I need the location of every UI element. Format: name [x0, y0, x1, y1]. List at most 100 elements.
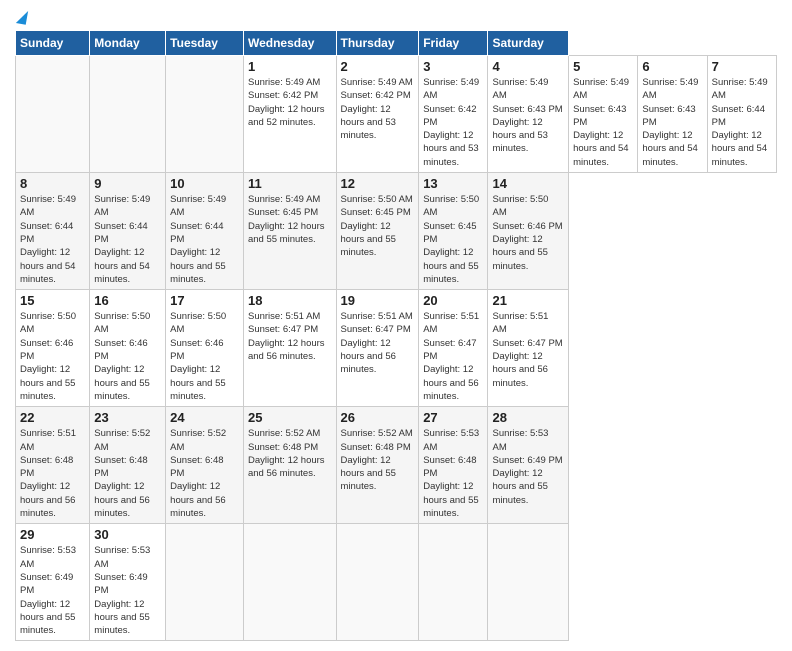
calendar-cell: 8 Sunrise: 5:49 AM Sunset: 6:44 PM Daylig…: [16, 173, 90, 290]
calendar-cell: 30Sunrise: 5:53 AM Sunset: 6:49 PM Dayli…: [90, 524, 166, 641]
day-number: 11: [248, 176, 332, 191]
day-info: Sunrise: 5:50 AM Sunset: 6:46 PM Dayligh…: [170, 310, 239, 403]
day-info: Sunrise: 5:49 AM Sunset: 6:43 PM Dayligh…: [573, 76, 633, 169]
calendar-week-3: 15Sunrise: 5:50 AM Sunset: 6:46 PM Dayli…: [16, 290, 777, 407]
logo: [15, 10, 25, 24]
day-number: 24: [170, 410, 239, 425]
day-number: 19: [341, 293, 415, 308]
calendar-cell: [166, 56, 244, 173]
day-info: Sunrise: 5:50 AM Sunset: 6:46 PM Dayligh…: [492, 193, 564, 273]
calendar-cell: 19 Sunrise: 5:51 AM Sunset: 6:47 PM Dayli…: [336, 290, 419, 407]
day-number: 25: [248, 410, 332, 425]
calendar-cell: 9 Sunrise: 5:49 AM Sunset: 6:44 PM Daylig…: [90, 173, 166, 290]
day-info: Sunrise: 5:50 AM Sunset: 6:46 PM Dayligh…: [20, 310, 85, 403]
day-number: 26: [341, 410, 415, 425]
day-number: 9: [94, 176, 161, 191]
calendar-cell: 16 Sunrise: 5:50 AM Sunset: 6:46 PM Dayli…: [90, 290, 166, 407]
calendar-cell: 13 Sunrise: 5:50 AM Sunset: 6:45 PM Dayli…: [419, 173, 488, 290]
day-number: 17: [170, 293, 239, 308]
day-header-monday: Monday: [90, 31, 166, 56]
day-info: Sunrise: 5:52 AM Sunset: 6:48 PM Dayligh…: [248, 427, 332, 480]
day-info: Sunrise: 5:49 AM Sunset: 6:42 PM Dayligh…: [423, 76, 483, 169]
calendar-cell: [243, 524, 336, 641]
day-number: 7: [712, 59, 772, 74]
day-number: 20: [423, 293, 483, 308]
calendar-cell: 24 Sunrise: 5:52 AM Sunset: 6:48 PM Dayli…: [166, 407, 244, 524]
calendar-cell: 7 Sunrise: 5:49 AM Sunset: 6:44 PM Daylig…: [707, 56, 776, 173]
day-info: Sunrise: 5:49 AM Sunset: 6:43 PM Dayligh…: [642, 76, 702, 169]
day-info: Sunrise: 5:49 AM Sunset: 6:44 PM Dayligh…: [712, 76, 772, 169]
calendar-cell: 23 Sunrise: 5:52 AM Sunset: 6:48 PM Dayli…: [90, 407, 166, 524]
day-info: Sunrise: 5:49 AM Sunset: 6:42 PM Dayligh…: [341, 76, 415, 142]
day-number: 23: [94, 410, 161, 425]
day-info: Sunrise: 5:51 AM Sunset: 6:47 PM Dayligh…: [341, 310, 415, 376]
day-info: Sunrise: 5:52 AM Sunset: 6:48 PM Dayligh…: [170, 427, 239, 520]
day-number: 1: [248, 59, 332, 74]
day-info: Sunrise: 5:53 AM Sunset: 6:49 PM Dayligh…: [94, 544, 161, 637]
day-number: 6: [642, 59, 702, 74]
day-info: Sunrise: 5:53 AM Sunset: 6:48 PM Dayligh…: [423, 427, 483, 520]
day-info: Sunrise: 5:51 AM Sunset: 6:48 PM Dayligh…: [20, 427, 85, 520]
day-number: 14: [492, 176, 564, 191]
day-info: Sunrise: 5:49 AM Sunset: 6:42 PM Dayligh…: [248, 76, 332, 129]
day-header-friday: Friday: [419, 31, 488, 56]
day-info: Sunrise: 5:50 AM Sunset: 6:46 PM Dayligh…: [94, 310, 161, 403]
day-header-row: SundayMondayTuesdayWednesdayThursdayFrid…: [16, 31, 777, 56]
day-info: Sunrise: 5:50 AM Sunset: 6:45 PM Dayligh…: [341, 193, 415, 259]
day-number: 16: [94, 293, 161, 308]
day-number: 8: [20, 176, 85, 191]
calendar-cell: [419, 524, 488, 641]
calendar-cell: 20 Sunrise: 5:51 AM Sunset: 6:47 PM Dayli…: [419, 290, 488, 407]
calendar-cell: 5 Sunrise: 5:49 AM Sunset: 6:43 PM Daylig…: [569, 56, 638, 173]
day-number: 10: [170, 176, 239, 191]
day-info: Sunrise: 5:49 AM Sunset: 6:45 PM Dayligh…: [248, 193, 332, 246]
calendar-table: SundayMondayTuesdayWednesdayThursdayFrid…: [15, 30, 777, 641]
day-header-tuesday: Tuesday: [166, 31, 244, 56]
day-number: 22: [20, 410, 85, 425]
day-info: Sunrise: 5:49 AM Sunset: 6:44 PM Dayligh…: [94, 193, 161, 286]
day-info: Sunrise: 5:49 AM Sunset: 6:44 PM Dayligh…: [20, 193, 85, 286]
calendar-cell: 11 Sunrise: 5:49 AM Sunset: 6:45 PM Dayli…: [243, 173, 336, 290]
day-number: 3: [423, 59, 483, 74]
calendar-cell: 15Sunrise: 5:50 AM Sunset: 6:46 PM Dayli…: [16, 290, 90, 407]
day-header-wednesday: Wednesday: [243, 31, 336, 56]
calendar-week-1: 1 Sunrise: 5:49 AM Sunset: 6:42 PM Daylig…: [16, 56, 777, 173]
calendar-cell: 3 Sunrise: 5:49 AM Sunset: 6:42 PM Daylig…: [419, 56, 488, 173]
calendar-cell: [90, 56, 166, 173]
calendar-cell: 14 Sunrise: 5:50 AM Sunset: 6:46 PM Dayli…: [488, 173, 569, 290]
calendar-cell: [166, 524, 244, 641]
calendar-week-4: 22 Sunrise: 5:51 AM Sunset: 6:48 PM Dayli…: [16, 407, 777, 524]
day-number: 13: [423, 176, 483, 191]
calendar-cell: 2 Sunrise: 5:49 AM Sunset: 6:42 PM Daylig…: [336, 56, 419, 173]
logo-icon: [16, 9, 28, 25]
calendar-cell: 27 Sunrise: 5:53 AM Sunset: 6:48 PM Dayli…: [419, 407, 488, 524]
day-number: 4: [492, 59, 564, 74]
calendar-cell: 18 Sunrise: 5:51 AM Sunset: 6:47 PM Dayli…: [243, 290, 336, 407]
day-info: Sunrise: 5:52 AM Sunset: 6:48 PM Dayligh…: [341, 427, 415, 493]
calendar-cell: 12 Sunrise: 5:50 AM Sunset: 6:45 PM Dayli…: [336, 173, 419, 290]
header: [15, 10, 777, 24]
calendar-cell: [336, 524, 419, 641]
day-info: Sunrise: 5:53 AM Sunset: 6:49 PM Dayligh…: [492, 427, 564, 507]
calendar-cell: 21Sunrise: 5:51 AM Sunset: 6:47 PM Dayli…: [488, 290, 569, 407]
day-number: 2: [341, 59, 415, 74]
calendar-cell: 28 Sunrise: 5:53 AM Sunset: 6:49 PM Dayli…: [488, 407, 569, 524]
day-header-sunday: Sunday: [16, 31, 90, 56]
day-info: Sunrise: 5:52 AM Sunset: 6:48 PM Dayligh…: [94, 427, 161, 520]
day-number: 28: [492, 410, 564, 425]
calendar-cell: 22 Sunrise: 5:51 AM Sunset: 6:48 PM Dayli…: [16, 407, 90, 524]
calendar-cell: 6 Sunrise: 5:49 AM Sunset: 6:43 PM Daylig…: [638, 56, 707, 173]
day-number: 5: [573, 59, 633, 74]
calendar-cell: 1 Sunrise: 5:49 AM Sunset: 6:42 PM Daylig…: [243, 56, 336, 173]
day-info: Sunrise: 5:51 AM Sunset: 6:47 PM Dayligh…: [248, 310, 332, 363]
day-number: 27: [423, 410, 483, 425]
day-number: 12: [341, 176, 415, 191]
day-number: 21: [492, 293, 564, 308]
day-info: Sunrise: 5:51 AM Sunset: 6:47 PM Dayligh…: [423, 310, 483, 403]
day-info: Sunrise: 5:49 AM Sunset: 6:44 PM Dayligh…: [170, 193, 239, 286]
calendar-cell: [16, 56, 90, 173]
day-info: Sunrise: 5:49 AM Sunset: 6:43 PM Dayligh…: [492, 76, 564, 156]
day-number: 18: [248, 293, 332, 308]
calendar-cell: 25 Sunrise: 5:52 AM Sunset: 6:48 PM Dayli…: [243, 407, 336, 524]
day-info: Sunrise: 5:50 AM Sunset: 6:45 PM Dayligh…: [423, 193, 483, 286]
